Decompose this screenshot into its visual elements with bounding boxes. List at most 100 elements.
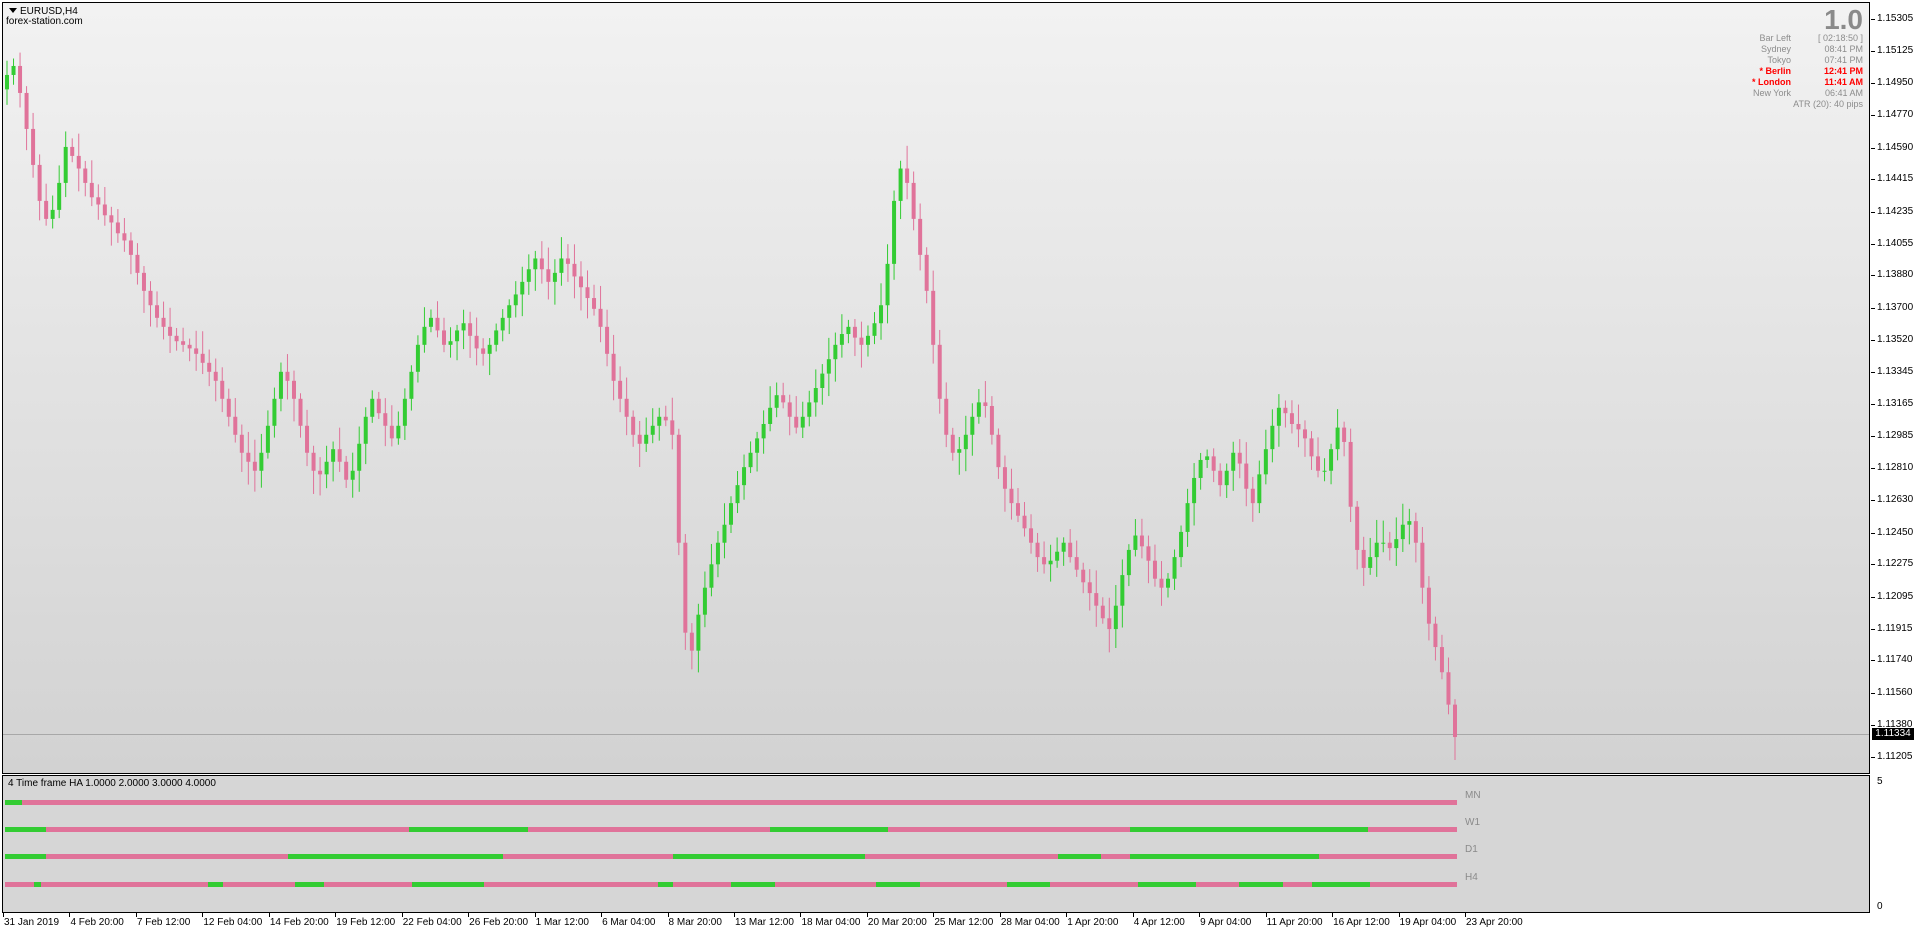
bear-candle — [670, 420, 675, 435]
ha-segment-h4 — [1050, 882, 1138, 887]
bull-candle — [448, 341, 453, 345]
price-tick — [1871, 596, 1875, 598]
bull-candle — [520, 281, 525, 295]
bear-candle — [291, 380, 296, 399]
time-axis-label: 22 Feb 04:00 — [402, 917, 462, 928]
bear-candle — [1433, 623, 1438, 648]
ha-segment-h4 — [295, 882, 325, 887]
bull-candle — [709, 564, 714, 588]
bull-candle — [957, 449, 962, 453]
ha-segment-w1 — [45, 827, 409, 832]
price-tick — [1871, 725, 1875, 727]
time-axis-label: 14 Feb 20:00 — [269, 917, 329, 928]
watermark: forex-station.com — [6, 16, 83, 27]
bear-candle — [539, 258, 544, 270]
bull-candle — [761, 423, 766, 439]
ha-segment-d1 — [288, 854, 504, 859]
bear-candle — [1342, 427, 1347, 442]
dropdown-triangle-icon[interactable] — [9, 8, 17, 13]
bear-candle — [637, 434, 642, 444]
bear-candle — [344, 461, 349, 480]
bear-candle — [1081, 569, 1086, 583]
bear-candle — [1453, 704, 1457, 738]
bull-candle — [526, 269, 531, 282]
price-axis-label: 1.13700 — [1877, 301, 1914, 313]
bear-candle — [246, 452, 251, 462]
bear-candle — [546, 269, 551, 282]
ha-segment-d1 — [5, 854, 46, 859]
bear-candle — [937, 344, 942, 399]
bear-candle — [187, 344, 192, 349]
bull-candle — [1407, 521, 1412, 525]
bear-candle — [924, 254, 929, 291]
ha-segment-mn — [5, 800, 23, 805]
bull-candle — [1400, 524, 1405, 540]
bear-candle — [1426, 587, 1431, 624]
bull-candle — [1172, 557, 1177, 579]
time-axis-label: 11 Apr 20:00 — [1266, 917, 1323, 928]
bear-candle — [592, 298, 597, 309]
ha-segment-w1 — [887, 827, 1131, 832]
bear-candle — [24, 92, 29, 129]
bull-candle — [1126, 549, 1131, 576]
price-tick — [1871, 404, 1875, 406]
bear-candle — [1446, 672, 1451, 705]
bear-candle — [200, 353, 205, 363]
session-row-london: * London 11:41 AM — [1721, 77, 1863, 88]
bear-candle — [918, 218, 923, 255]
price-axis-label: 1.14055 — [1877, 237, 1914, 249]
bear-candle — [1146, 546, 1151, 561]
bull-candle — [259, 452, 264, 471]
price-axis[interactable]: 1.15305 1.15125 1.14950 1.14770 1.14590 1.144… — [1871, 0, 1916, 775]
price-axis-label: 1.12095 — [1877, 590, 1914, 602]
bull-candle — [768, 407, 773, 424]
bull-candle — [1185, 503, 1190, 532]
bull-candle — [350, 470, 355, 480]
time-axis-label: 16 Apr 12:00 — [1333, 917, 1390, 928]
ha-segment-h4 — [5, 882, 35, 887]
bear-candle — [859, 337, 864, 345]
price-tick — [1871, 500, 1875, 502]
main-price-panel[interactable]: EURUSD,H4 forex-station.com 1.0 Bar Left… — [2, 2, 1870, 774]
bear-candle — [337, 449, 342, 462]
bear-candle — [305, 425, 310, 453]
bear-candle — [37, 164, 42, 201]
bull-candle — [363, 416, 368, 444]
bear-candle — [155, 305, 160, 318]
price-tick — [1871, 211, 1875, 213]
bear-candle — [676, 434, 681, 543]
session-name: Bar Left — [1759, 33, 1791, 43]
bull-candle — [1270, 425, 1275, 450]
bull-candle — [1322, 470, 1327, 472]
bear-candle — [213, 371, 218, 381]
bull-candle — [57, 182, 62, 210]
bear-candle — [115, 222, 120, 234]
top-right-number: 1.0 — [1824, 4, 1863, 35]
bear-candle — [468, 323, 473, 336]
ha-segment-d1 — [864, 854, 1058, 859]
ha-segment-h4 — [919, 882, 1007, 887]
indicator-panel[interactable]: 4 Time frame HA 1.0000 2.0000 3.0000 4.0… — [2, 775, 1870, 913]
bull-candle — [402, 398, 407, 426]
bull-candle — [1166, 578, 1171, 588]
price-axis-label: 1.13345 — [1877, 365, 1914, 377]
ha-segment-h4 — [208, 882, 223, 887]
indicator-axis-max: 5 — [1877, 776, 1883, 787]
ha-segment-h4 — [222, 882, 296, 887]
ha-segment-d1 — [1101, 854, 1131, 859]
bear-candle — [435, 317, 440, 331]
price-tick — [1871, 275, 1875, 277]
time-axis[interactable]: 31 Jan 2019 4 Feb 20:00 7 Feb 12:00 12 Feb … — [0, 913, 1871, 933]
price-axis-label: 1.12985 — [1877, 430, 1914, 442]
session-row-bar-left: Bar Left [ 02:18:50 ] — [1721, 33, 1863, 44]
bull-candle — [1374, 542, 1379, 558]
bull-candle — [409, 371, 414, 399]
price-tick — [1871, 371, 1875, 373]
bear-candle — [181, 341, 186, 345]
bull-candle — [970, 416, 975, 435]
price-axis-label: 1.12630 — [1877, 494, 1914, 506]
bull-candle — [1263, 449, 1268, 475]
bear-candle — [611, 353, 616, 381]
price-axis-label: 1.11915 — [1877, 622, 1913, 634]
bull-candle — [748, 452, 753, 468]
